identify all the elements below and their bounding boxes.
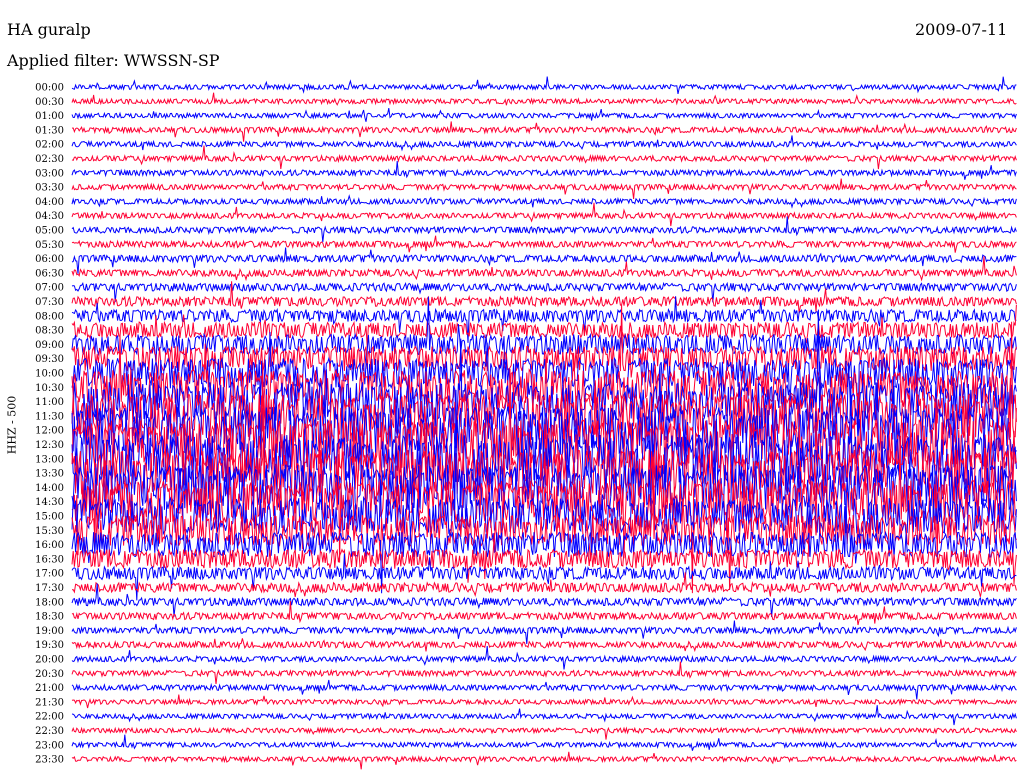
- trace-row-2030: [71, 661, 1017, 684]
- time-label: 16:00: [35, 540, 64, 551]
- trace-row-0200: [71, 135, 1017, 152]
- time-label: 13:30: [35, 469, 64, 480]
- time-label: 08:00: [35, 311, 64, 322]
- trace-row-1900: [71, 620, 1017, 644]
- time-label: 15:30: [35, 526, 64, 537]
- time-label: 09:00: [35, 340, 64, 351]
- trace-row-2130: [71, 694, 1017, 709]
- time-label: 13:00: [35, 454, 64, 465]
- trace-group: [71, 76, 1017, 770]
- time-label: 10:00: [35, 369, 64, 380]
- time-label: 21:00: [35, 683, 64, 694]
- time-label: 18:00: [35, 597, 64, 608]
- time-label: 12:30: [35, 440, 64, 451]
- time-label: 16:30: [35, 554, 64, 565]
- time-label: 03:00: [35, 168, 64, 179]
- time-label: 22:00: [35, 712, 64, 723]
- time-label: 22:30: [35, 726, 64, 737]
- time-label: 12:00: [35, 426, 64, 437]
- trace-row-0130: [71, 121, 1017, 142]
- time-label: 05:00: [35, 226, 64, 237]
- trace-row-1700: [71, 553, 1017, 601]
- helicorder-plot: 00:00 00:30 01:00 01:30 02:00 02:30 03:00 03:30…: [35, 76, 1017, 770]
- time-label: 15:00: [35, 512, 64, 523]
- trace-row-0430: [71, 202, 1017, 227]
- time-label: 14:00: [35, 483, 64, 494]
- trace-row-2330: [71, 751, 1017, 770]
- time-label: 20:30: [35, 669, 64, 680]
- trace-row-1800: [71, 583, 1017, 618]
- time-label: 17:30: [35, 583, 64, 594]
- time-label: 19:00: [35, 626, 64, 637]
- time-label: 07:30: [35, 297, 64, 308]
- time-label: 11:30: [35, 411, 64, 422]
- trace-row-2100: [71, 679, 1017, 700]
- time-label: 20:00: [35, 655, 64, 666]
- time-label: 23:30: [35, 755, 64, 766]
- trace-row-1930: [71, 638, 1017, 653]
- trace-row-2000: [71, 646, 1017, 670]
- trace-row-2300: [71, 734, 1017, 751]
- time-label: 03:30: [35, 183, 64, 194]
- time-label: 07:00: [35, 283, 64, 294]
- time-label: 19:30: [35, 640, 64, 651]
- time-label: 01:30: [35, 125, 64, 136]
- time-label: 04:00: [35, 197, 64, 208]
- time-label: 14:30: [35, 497, 64, 508]
- trace-row-0530: [71, 235, 1017, 253]
- time-label: 17:00: [35, 569, 64, 580]
- time-label: 18:30: [35, 612, 64, 623]
- trace-row-2200: [71, 705, 1017, 726]
- time-label: 10:30: [35, 383, 64, 394]
- trace-row-0600: [71, 247, 1017, 274]
- time-label: 05:30: [35, 240, 64, 251]
- time-label: 11:00: [35, 397, 64, 408]
- trace-row-0000: [71, 76, 1017, 95]
- time-label: 04:30: [35, 211, 64, 222]
- time-label: 02:30: [35, 154, 64, 165]
- time-label: 21:30: [35, 697, 64, 708]
- trace-row-1830: [71, 600, 1017, 626]
- time-label: 09:30: [35, 354, 64, 365]
- trace-row-0030: [71, 92, 1017, 106]
- time-label: 02:00: [35, 140, 64, 151]
- time-label: 08:30: [35, 326, 64, 337]
- time-tick-labels: 00:00 00:30 01:00 01:30 02:00 02:30 03:00 03:30…: [35, 83, 64, 766]
- trace-row-2230: [71, 726, 1017, 740]
- time-label: 01:00: [35, 111, 64, 122]
- trace-row-0900: [71, 296, 1017, 384]
- trace-row-0230: [71, 145, 1017, 170]
- time-label: 00:00: [35, 83, 64, 94]
- time-label: 06:30: [35, 268, 64, 279]
- trace-row-0500: [71, 216, 1017, 243]
- trace-row-0300: [71, 160, 1017, 180]
- time-label: 23:00: [35, 740, 64, 751]
- trace-row-0330: [71, 178, 1017, 199]
- time-label: 00:30: [35, 97, 64, 108]
- trace-row-0400: [71, 194, 1017, 209]
- trace-row-0100: [71, 108, 1017, 122]
- time-label: 06:00: [35, 254, 64, 265]
